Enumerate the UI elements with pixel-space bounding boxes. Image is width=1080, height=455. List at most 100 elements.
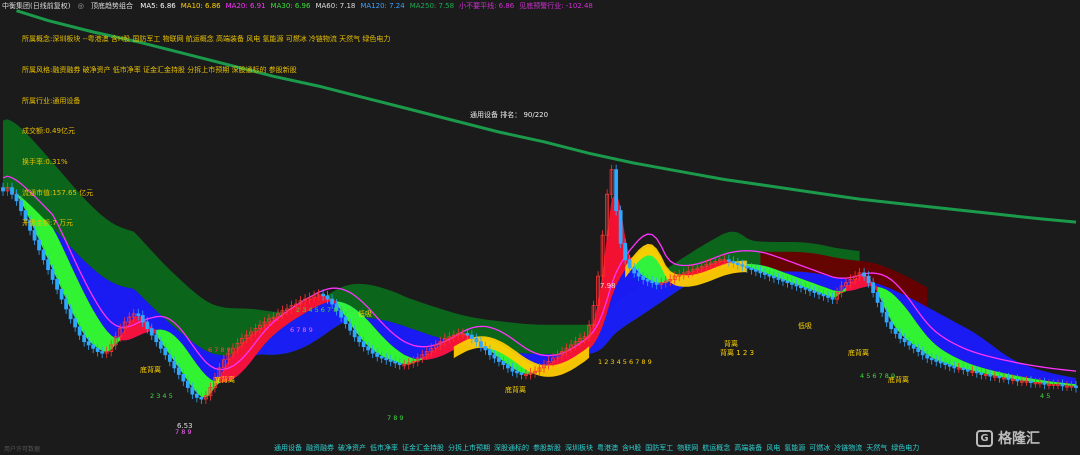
footer-tag[interactable]: 证金汇金持股 — [402, 444, 444, 452]
footer-tag[interactable]: 风电 — [766, 444, 780, 452]
candle-body — [654, 282, 659, 285]
candle-body — [167, 354, 172, 362]
candle-body — [375, 352, 380, 357]
candle-body — [393, 360, 398, 364]
candle-body — [86, 341, 91, 346]
sequence-count: 4 5 6 7 8 9 — [860, 372, 895, 380]
indicator-name[interactable]: 顶底趋势组合 — [91, 2, 133, 10]
candle-body — [46, 259, 50, 270]
candle-body — [614, 169, 619, 212]
candle-body — [145, 321, 150, 329]
candle-body — [59, 288, 64, 300]
candle-body — [10, 187, 14, 195]
sequence-count: 7 8 9 — [387, 414, 404, 422]
candle-body — [772, 275, 776, 279]
ma-legend-item: MA120: 7.24 — [360, 2, 405, 10]
candle-body — [172, 360, 177, 369]
candle-body — [492, 354, 497, 359]
footer-tag[interactable]: 可燃冰 — [809, 444, 830, 452]
footer-tag[interactable]: 航运概念 — [702, 444, 730, 452]
footer-tag[interactable]: 粤港澳 — [597, 444, 618, 452]
candle-body — [763, 272, 767, 275]
candle-body — [483, 346, 488, 351]
candle-body — [497, 357, 501, 362]
candle-body — [41, 249, 46, 261]
candle-body — [397, 362, 402, 366]
footer-tag[interactable]: 天然气 — [866, 444, 887, 452]
candle-body — [154, 334, 159, 343]
annotation-label: 低吸 — [798, 321, 812, 330]
candle-body — [91, 344, 96, 349]
candle-body — [510, 367, 515, 372]
sequence-count: 6 7 8 9 — [208, 346, 231, 354]
candle-body — [920, 351, 925, 356]
candle-body — [821, 293, 826, 297]
candle-body — [767, 274, 772, 277]
annotation-label: 背离 — [724, 339, 738, 348]
candle-body — [366, 346, 371, 351]
candle-body — [519, 372, 524, 375]
candle-body — [744, 265, 749, 269]
footer-tag[interactable]: 深股通标的 — [494, 444, 529, 452]
footer-tag-bar: 通用设备 融资融券 破净资产 低市净率 证金汇金持股 分拆上市预期 深股通标的 参股新股 深圳板… — [274, 443, 923, 453]
candle-body — [929, 357, 934, 361]
candle-body — [817, 292, 821, 295]
candle-body — [1060, 383, 1065, 387]
annotation-label: 低吸 — [358, 309, 372, 318]
footer-tag[interactable]: 分拆上市预期 — [448, 444, 490, 452]
candle-body — [55, 279, 60, 290]
candle-body — [812, 290, 817, 293]
annotation-label: 背离 1 2 3 — [720, 348, 754, 357]
candle-body — [826, 295, 830, 298]
info-float-cap: 流通市值:157.65 亿元 — [22, 189, 94, 197]
sequence-count: 7 8 9 — [175, 428, 192, 436]
candle-body — [641, 275, 646, 280]
candle-body — [176, 367, 181, 375]
candle-body — [1029, 380, 1033, 384]
candle-body — [384, 357, 389, 361]
settings-icon[interactable]: ◎ — [78, 2, 84, 10]
footer-tag[interactable]: 通用设备 — [274, 444, 302, 452]
footer-tag[interactable]: 含H股 — [622, 444, 641, 452]
candle-body — [907, 341, 912, 346]
candle-body — [902, 338, 907, 343]
stock-name[interactable]: 中衡集团(日线前复权) — [2, 2, 70, 10]
candle-body — [388, 359, 393, 362]
candle-body — [19, 200, 23, 212]
footer-tag[interactable]: 冷链物流 — [834, 444, 862, 452]
rank-label: 通用设备 排名： 90/220 — [470, 110, 548, 119]
footer-tag[interactable]: 高端装备 — [734, 444, 762, 452]
candle-body — [321, 293, 325, 297]
candle-body — [749, 267, 754, 271]
candle-body — [925, 354, 930, 359]
candle-body — [469, 334, 474, 339]
footer-tag[interactable]: 物联网 — [677, 444, 698, 452]
footer-tag[interactable]: 参股新股 — [533, 444, 561, 452]
candle-body — [37, 239, 41, 251]
candle-body — [875, 292, 880, 303]
candle-body — [330, 298, 335, 305]
info-concept-2: 所属风格:融资融券 破净资产 低市净率 证金汇金持股 分拆上市预期 深股通标的 … — [22, 66, 297, 74]
footer-tag[interactable]: 深圳板块 — [565, 444, 593, 452]
annotation-label: 底背离 — [848, 348, 869, 357]
footer-tag[interactable]: 氢能源 — [784, 444, 805, 452]
candle-body — [645, 279, 650, 282]
candle-body — [943, 362, 948, 366]
footer-tag[interactable]: 破净资产 — [338, 444, 366, 452]
candle-body — [884, 311, 889, 323]
candle-body — [64, 298, 69, 310]
footer-tag[interactable]: 融资融券 — [306, 444, 334, 452]
candle-body — [623, 242, 628, 261]
candle-body — [352, 329, 357, 338]
candle-body — [632, 267, 637, 274]
candle-body — [465, 333, 470, 336]
candle-body — [803, 287, 808, 290]
info-open-amount: 开盘金额:7 万元 — [22, 219, 74, 227]
ma-legend-item: MA60: 7.18 — [315, 2, 356, 10]
footer-tag[interactable]: 低市净率 — [370, 444, 398, 452]
footer-tag[interactable]: 国防军工 — [645, 444, 673, 452]
candle-body — [934, 359, 939, 362]
candle-body — [754, 269, 758, 272]
footer-tag[interactable]: 绿色电力 — [891, 444, 919, 452]
sequence-count: 4 5 — [1040, 392, 1050, 400]
